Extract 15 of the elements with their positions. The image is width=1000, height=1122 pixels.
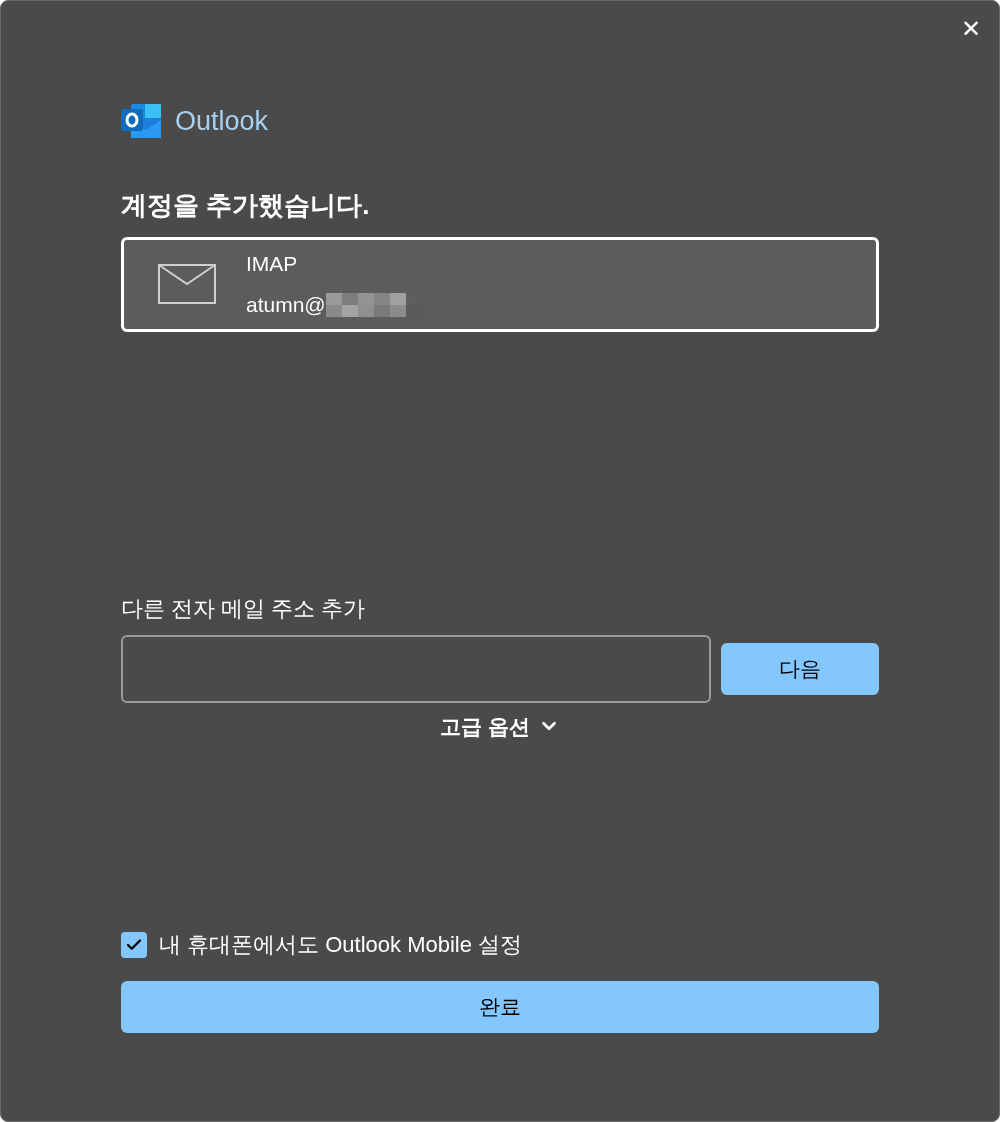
app-name: Outlook (175, 105, 269, 138)
close-button[interactable]: ✕ (955, 13, 987, 45)
heading: 계정을 추가했습니다. (121, 188, 371, 222)
mail-icon (158, 264, 216, 304)
add-email-label: 다른 전자 메일 주소 추가 (121, 594, 367, 623)
next-button[interactable]: 다음 (721, 642, 879, 695)
mobile-setup-checkbox[interactable] (121, 931, 147, 958)
app-logo-icon (121, 102, 163, 141)
done-button[interactable]: 완료 (121, 981, 879, 1033)
email-input-field[interactable] (121, 634, 711, 703)
account-type: IMAP (246, 250, 299, 277)
mobile-setup-label: 내 휴대폰에서도 Outlook Mobile 설정 (159, 931, 523, 959)
account-email: atumn@ (246, 292, 326, 318)
account-card[interactable]: IMAP atumn@ (121, 236, 879, 332)
advanced-options-button[interactable]: 고급 옵션 (440, 710, 560, 742)
